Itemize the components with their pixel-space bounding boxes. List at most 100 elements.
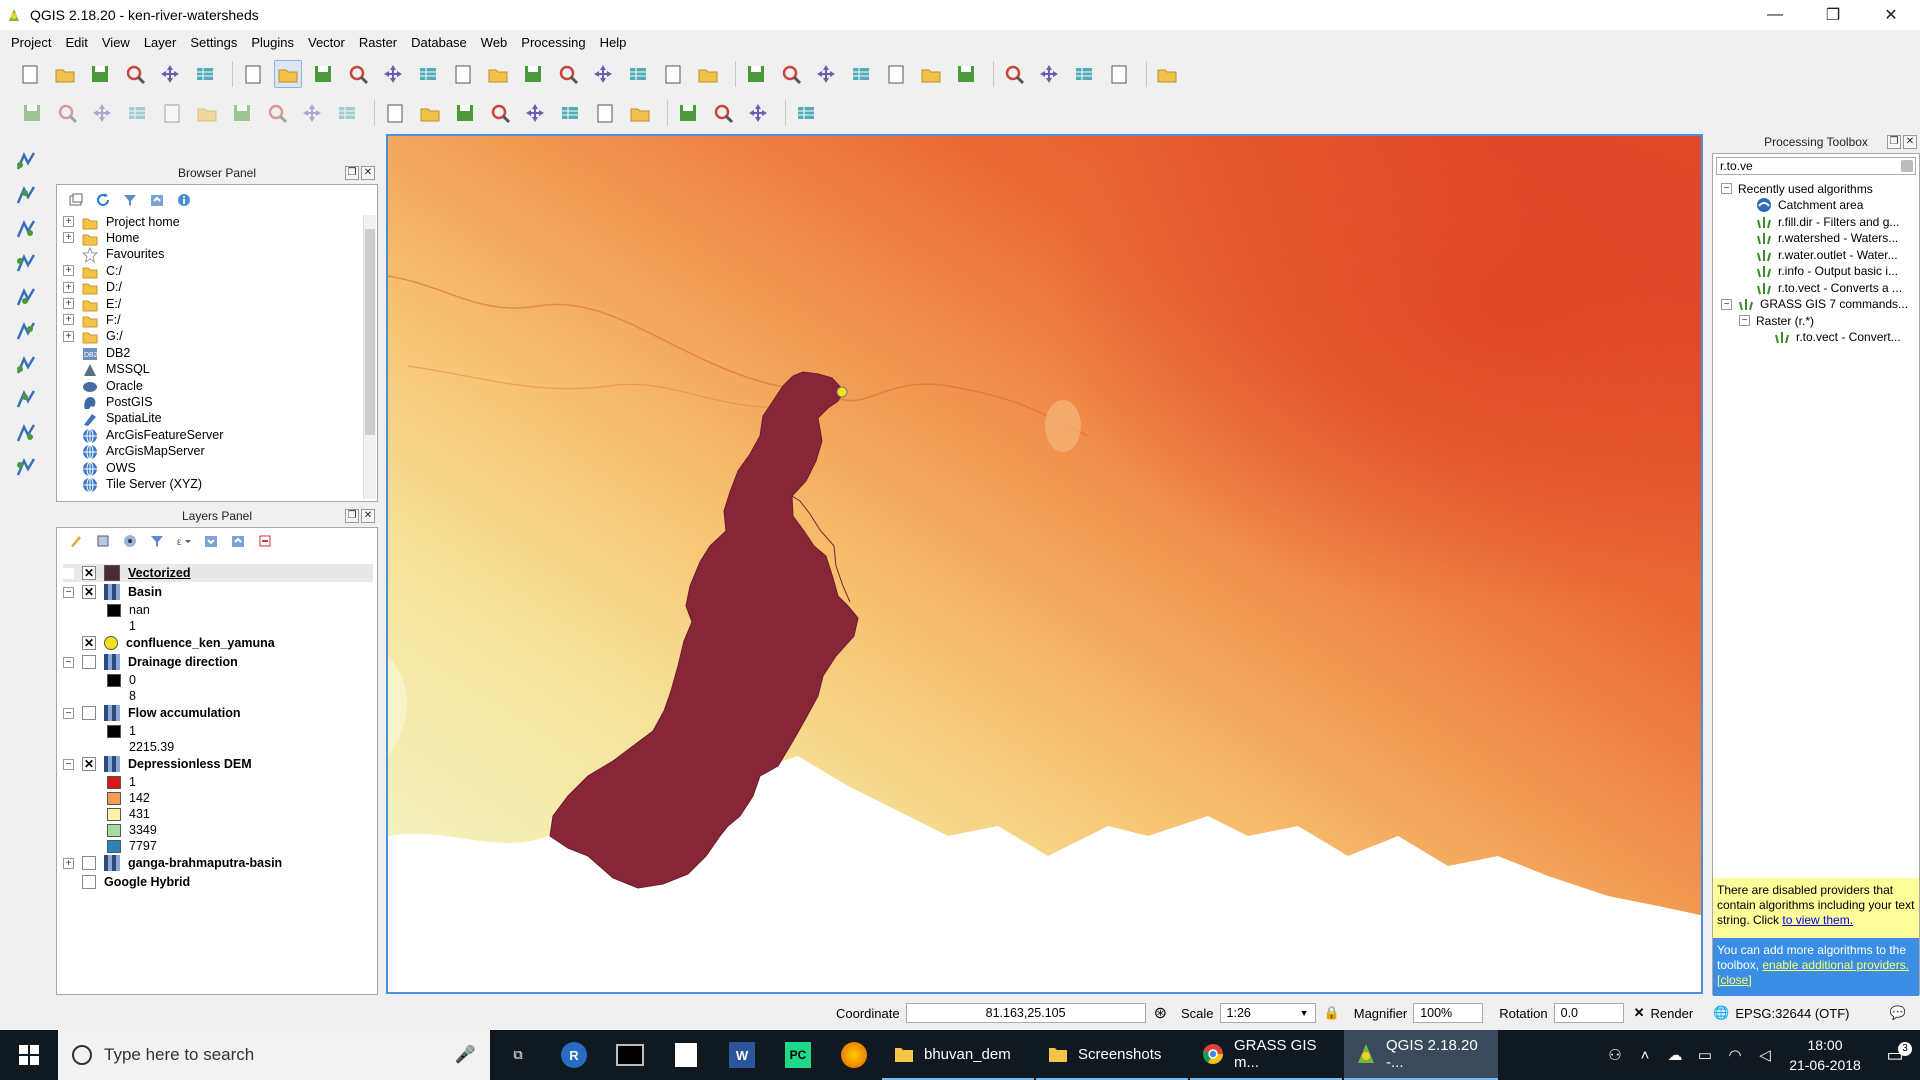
show-bookmarks-icon[interactable]	[659, 60, 687, 88]
browser-item[interactable]: Oracle	[63, 377, 143, 394]
browser-item[interactable]: + E:/	[63, 295, 121, 312]
menu-processing[interactable]: Processing	[514, 35, 592, 50]
battery-icon[interactable]: ▭	[1690, 1046, 1720, 1064]
move-label-icon[interactable]	[521, 99, 549, 127]
task-view-icon[interactable]: ⧉	[490, 1030, 546, 1080]
browser-item[interactable]: + F:/	[63, 311, 121, 328]
statistics-icon[interactable]	[1000, 60, 1028, 88]
menu-edit[interactable]: Edit	[58, 35, 94, 50]
add-postgis-icon[interactable]	[11, 384, 41, 414]
taskbar-app[interactable]: QGIS 2.18.20 -...	[1344, 1030, 1498, 1080]
expand-toggle-icon[interactable]: −	[63, 656, 74, 668]
measure-icon[interactable]	[1035, 60, 1063, 88]
float-panel-button[interactable]: ❐	[345, 509, 359, 523]
layer-visibility-checkbox[interactable]: ✕	[82, 585, 96, 599]
clear-search-icon[interactable]	[1901, 160, 1913, 172]
refresh-icon[interactable]	[94, 191, 112, 209]
expand-toggle-icon[interactable]: +	[63, 314, 74, 326]
people-icon[interactable]: ⚇	[1600, 1046, 1630, 1064]
close-panel-button[interactable]: ✕	[361, 509, 375, 523]
layer-visibility-checkbox[interactable]	[82, 875, 96, 889]
r-app-icon[interactable]: R	[546, 1030, 602, 1080]
run-action-icon[interactable]	[777, 60, 805, 88]
refresh-icon[interactable]	[694, 60, 722, 88]
add-delimited-text-icon[interactable]	[11, 214, 41, 244]
add-wfs-layer-icon[interactable]	[11, 350, 41, 380]
layer-row[interactable]: + ganga-brahmaputra-basin	[63, 854, 282, 872]
confluence-point[interactable]	[836, 386, 848, 398]
zoom-in-icon[interactable]	[344, 60, 372, 88]
add-selected-layers-icon[interactable]	[67, 191, 85, 209]
pan-to-selection-icon[interactable]	[309, 60, 337, 88]
save-as-icon[interactable]	[121, 60, 149, 88]
zoom-to-layer-icon[interactable]	[519, 60, 547, 88]
python-console-icon[interactable]	[792, 99, 820, 127]
taskbar-app[interactable]: bhuvan_dem	[882, 1030, 1034, 1080]
add-feature-icon[interactable]	[123, 99, 151, 127]
terminal-icon[interactable]	[602, 1030, 658, 1080]
copy-features-icon[interactable]	[298, 99, 326, 127]
float-panel-button[interactable]: ❐	[345, 166, 359, 180]
browser-item[interactable]: Favourites	[63, 246, 164, 264]
expand-toggle-icon[interactable]: +	[63, 265, 74, 277]
add-mssql-icon[interactable]	[11, 418, 41, 448]
remove-layer-icon[interactable]	[256, 532, 274, 550]
algorithm-item[interactable]: − Raster (r.*)	[1739, 312, 1814, 329]
scale-combo[interactable]: 1:26 ▼	[1219, 1003, 1316, 1023]
csv-icon[interactable]	[744, 99, 772, 127]
algorithm-item[interactable]: r.watershed - Waters...	[1739, 230, 1898, 247]
browser-item[interactable]: + Home	[63, 229, 139, 246]
paste-features-icon[interactable]	[333, 99, 361, 127]
new-bookmark-icon[interactable]	[624, 60, 652, 88]
view-disabled-link[interactable]: to view them.	[1782, 913, 1853, 927]
zoom-to-selection-icon[interactable]	[484, 60, 512, 88]
zoom-last-icon[interactable]	[554, 60, 582, 88]
close-notice-link[interactable]: [close]	[1717, 973, 1752, 987]
layer-visibility-checkbox[interactable]	[82, 706, 96, 720]
browser-scrollbar[interactable]	[363, 215, 376, 499]
menu-layer[interactable]: Layer	[137, 35, 184, 50]
help-icon[interactable]	[1153, 60, 1181, 88]
print-composer-icon[interactable]	[156, 60, 184, 88]
show-hide-labels-icon[interactable]	[626, 99, 654, 127]
add-spatialite-icon[interactable]	[11, 248, 41, 278]
float-panel-button[interactable]: ❐	[1887, 135, 1901, 149]
magnifier-spinbox[interactable]: 100%	[1413, 1003, 1484, 1023]
map-themes-icon[interactable]	[121, 532, 139, 550]
algorithm-item[interactable]: r.to.vect - Converts a ...	[1739, 279, 1902, 296]
pycharm-icon[interactable]: PC	[770, 1030, 826, 1080]
expand-toggle-icon[interactable]: −	[1721, 298, 1732, 310]
move-feature-icon[interactable]	[158, 99, 186, 127]
taskbar-search-input[interactable]: Type here to search 🎤	[58, 1030, 490, 1080]
coordinate-field[interactable]: 81.163,25.105	[905, 1003, 1146, 1023]
layer-diagram-icon[interactable]	[416, 99, 444, 127]
label-toolbar-icon[interactable]	[381, 99, 409, 127]
word-icon[interactable]: W	[714, 1030, 770, 1080]
expand-toggle-icon[interactable]: +	[63, 857, 74, 869]
change-label-icon[interactable]	[591, 99, 619, 127]
map-tips-icon[interactable]	[1070, 60, 1098, 88]
filter-expression-icon[interactable]: ε	[175, 532, 193, 550]
collapse-all-icon[interactable]	[148, 191, 166, 209]
node-tool-icon[interactable]	[193, 99, 221, 127]
menu-vector[interactable]: Vector	[301, 35, 352, 50]
browser-item[interactable]: + C:/	[63, 262, 122, 279]
expand-toggle-icon[interactable]: −	[63, 586, 74, 598]
deselect-icon[interactable]	[882, 60, 910, 88]
browser-item[interactable]: ArcGisFeatureServer	[63, 426, 223, 444]
layer-row[interactable]: − ✕ Basin	[63, 583, 162, 601]
close-button[interactable]: ✕	[1862, 0, 1920, 30]
layer-row[interactable]: − Flow accumulation	[63, 704, 241, 722]
properties-icon[interactable]	[175, 191, 193, 209]
crs-label[interactable]: EPSG:32644 (OTF)	[1735, 1006, 1849, 1021]
show-labels-icon[interactable]	[486, 99, 514, 127]
add-group-icon[interactable]	[94, 532, 112, 550]
browser-item[interactable]: OWS	[63, 459, 136, 476]
toolbox-search-input[interactable]: r.to.ve	[1716, 157, 1916, 175]
expand-toggle-icon[interactable]: −	[1739, 315, 1750, 326]
expand-toggle-icon[interactable]: +	[63, 232, 74, 244]
select-by-value-icon[interactable]	[847, 60, 875, 88]
restore-button[interactable]: ❐	[1804, 0, 1862, 30]
algorithm-item[interactable]: − GRASS GIS 7 commands...	[1721, 296, 1908, 313]
menu-settings[interactable]: Settings	[183, 35, 244, 50]
